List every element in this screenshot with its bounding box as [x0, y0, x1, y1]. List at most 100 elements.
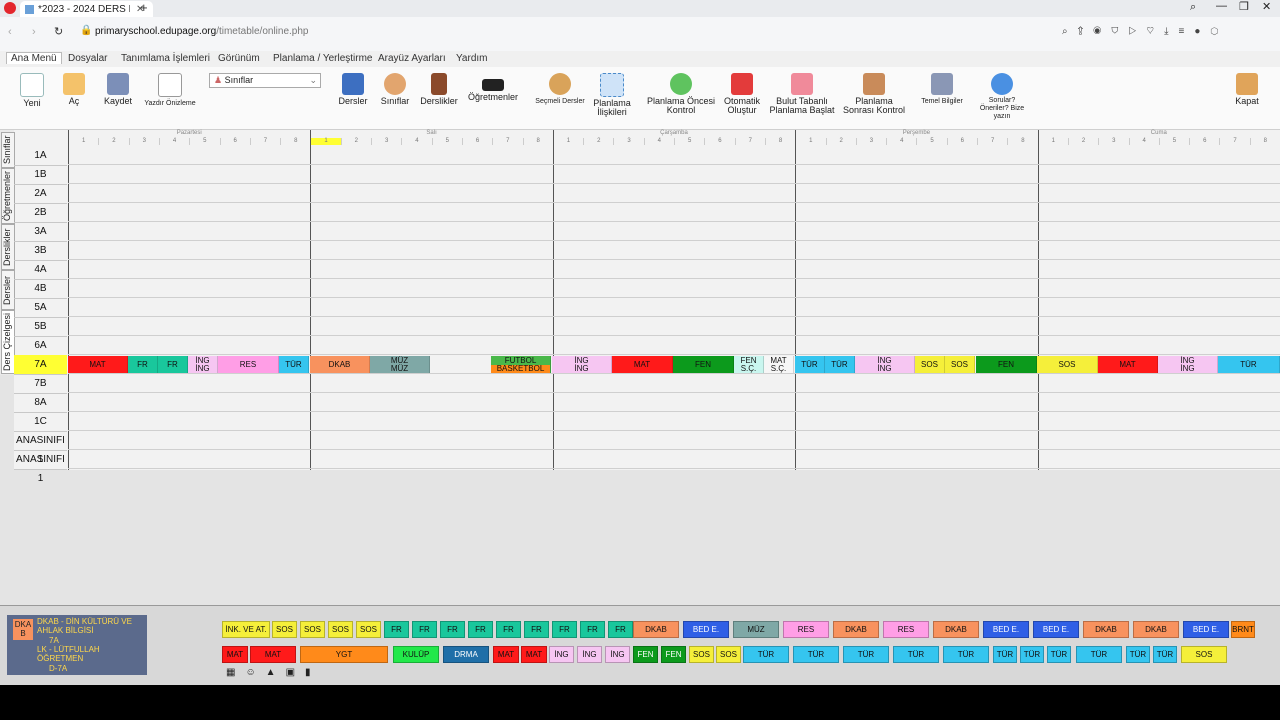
pre-check-button[interactable]: Planlama Öncesi Kontrol	[645, 67, 717, 127]
class-row-label[interactable]: 7A	[14, 355, 67, 375]
lesson-card[interactable]: MAT	[521, 646, 547, 663]
lesson-cell[interactable]: TÜR	[279, 356, 309, 373]
lesson-cell[interactable]: RES	[218, 356, 279, 373]
period-header[interactable]: 1	[310, 138, 341, 145]
lesson-cell[interactable]: DKAB	[310, 356, 370, 373]
lesson-card[interactable]: DKAB	[633, 621, 679, 638]
menu-dosyalar[interactable]: Dosyalar	[68, 53, 107, 64]
lesson-card[interactable]: FR	[468, 621, 493, 638]
lesson-cell[interactable]: MÜZ MÜZ	[370, 356, 430, 373]
lesson-cell[interactable]: İNG İNG	[1158, 356, 1218, 373]
period-header[interactable]: 2	[1067, 138, 1098, 145]
period-header[interactable]: 1	[1037, 138, 1068, 145]
classrooms-button[interactable]: Derslikler	[418, 67, 460, 127]
period-header[interactable]: 7	[1219, 138, 1249, 145]
lesson-card[interactable]: TÜR	[843, 646, 889, 663]
lesson-card[interactable]: FEN	[661, 646, 686, 663]
side-tab-schedule[interactable]: Ders Çizelgesi	[1, 310, 15, 374]
save-small-icon[interactable]: ▣	[286, 667, 305, 678]
period-header[interactable]: 8	[1007, 138, 1037, 145]
zoom-icon[interactable]: ⌕	[1062, 26, 1078, 37]
period-header[interactable]: 3	[128, 138, 159, 145]
lesson-card[interactable]: SOS	[272, 621, 297, 638]
lesson-card[interactable]: TÜR	[793, 646, 839, 663]
lesson-card[interactable]: FR	[440, 621, 465, 638]
lesson-card[interactable]: DKAB	[833, 621, 879, 638]
menu-arayuz[interactable]: Arayüz Ayarları	[378, 53, 446, 64]
print-preview-button[interactable]: Yazdır Önizleme	[144, 67, 196, 127]
lesson-card[interactable]: RES	[883, 621, 929, 638]
lesson-cell[interactable]: MAT S.Ç.	[764, 356, 794, 373]
lesson-cell[interactable]: FR	[158, 356, 188, 373]
auto-create-button[interactable]: Otomatik Oluştur	[722, 67, 762, 127]
lesson-card[interactable]: FR	[384, 621, 409, 638]
period-header[interactable]: 4	[158, 138, 189, 145]
lesson-card[interactable]: TÜR	[1047, 646, 1071, 663]
class-row-label[interactable]: 1B	[14, 165, 67, 185]
lesson-cell[interactable]: MAT	[1098, 356, 1158, 373]
lesson-card[interactable]: SOS	[356, 621, 381, 638]
browser-tab[interactable]: *2023 - 2024 DERS PROG ✕	[20, 1, 153, 17]
period-header[interactable]: 3	[613, 138, 643, 145]
book-small-icon[interactable]: ▮	[305, 667, 321, 678]
period-header[interactable]: 2	[825, 138, 856, 145]
lesson-card[interactable]: SOS	[328, 621, 353, 638]
period-header[interactable]: 7	[249, 138, 280, 145]
lesson-card[interactable]: FEN	[633, 646, 658, 663]
class-row-label[interactable]: 4B	[14, 279, 67, 299]
period-header[interactable]: 5	[431, 138, 462, 145]
lesson-card[interactable]: TÜR	[893, 646, 939, 663]
search-tabs-icon[interactable]: ⌕	[1190, 1, 1196, 14]
lesson-card[interactable]: BED E.	[983, 621, 1029, 638]
lesson-cell[interactable]: İNG İNG	[855, 356, 915, 373]
period-header[interactable]: 1	[795, 138, 825, 145]
period-header[interactable]: 7	[977, 138, 1007, 145]
window-close-icon[interactable]: ✕	[1262, 0, 1271, 13]
lesson-card[interactable]: DRMA	[443, 646, 489, 663]
period-header[interactable]: 2	[98, 138, 128, 145]
minimize-icon[interactable]: —	[1216, 0, 1227, 12]
period-header[interactable]: 6	[704, 138, 734, 145]
period-header[interactable]: 1	[552, 138, 583, 145]
period-header[interactable]: 3	[371, 138, 401, 145]
period-header[interactable]: 1	[68, 138, 98, 145]
menu-icon[interactable]: ≡	[1179, 26, 1195, 37]
class-row-label[interactable]: 1A	[14, 146, 67, 166]
lesson-cell[interactable]: MAT	[68, 356, 128, 373]
lesson-cell[interactable]: TÜR	[825, 356, 855, 373]
period-header[interactable]: 4	[643, 138, 674, 145]
period-header[interactable]: 4	[886, 138, 916, 145]
class-row-label[interactable]: 5A	[14, 298, 67, 318]
lesson-card[interactable]: FR	[524, 621, 549, 638]
side-tab-teachers[interactable]: Öğretmenler	[1, 168, 15, 224]
lesson-cell[interactable]: SOS	[915, 356, 945, 373]
side-tab-classes[interactable]: Sınıflar	[1, 132, 15, 168]
menu-yardim[interactable]: Yardım	[456, 53, 488, 64]
forward-icon[interactable]: ›	[32, 26, 36, 38]
period-header[interactable]: 5	[1158, 138, 1189, 145]
lesson-card[interactable]: TÜR	[1126, 646, 1150, 663]
lesson-card[interactable]: SOS	[716, 646, 741, 663]
lesson-card[interactable]: İNK. VE AT.	[222, 621, 270, 638]
lesson-card[interactable]: DKAB	[1083, 621, 1129, 638]
lesson-card[interactable]: BED E.	[1033, 621, 1079, 638]
reload-icon[interactable]: ↻	[54, 25, 63, 38]
basic-info-button[interactable]: Temel Bilgiler	[918, 67, 966, 127]
lesson-card[interactable]: FR	[608, 621, 633, 638]
share-icon[interactable]: ⇪	[1078, 26, 1094, 37]
open-button[interactable]: Aç	[58, 67, 90, 127]
lesson-card[interactable]: SOS	[1181, 646, 1227, 663]
period-header[interactable]: 6	[219, 138, 250, 145]
lesson-card[interactable]: MAT	[250, 646, 296, 663]
shield-icon[interactable]: ⛉	[1111, 26, 1128, 37]
lesson-cell[interactable]: SOS	[1037, 356, 1098, 373]
url-field[interactable]: primaryschool.edupage.org/timetable/onli…	[95, 26, 308, 37]
lesson-card[interactable]: BRNT	[1231, 621, 1255, 638]
lesson-card[interactable]: KULÜP	[393, 646, 439, 663]
period-header[interactable]: 8	[522, 138, 553, 145]
lesson-card[interactable]: DKAB	[1133, 621, 1179, 638]
lesson-card[interactable]: BED E.	[1183, 621, 1229, 638]
questions-button[interactable]: Sorular? Öneriler? Bize yazın	[976, 67, 1028, 127]
extensions-icon[interactable]: ⬡	[1210, 26, 1228, 37]
period-header[interactable]: 3	[1098, 138, 1128, 145]
